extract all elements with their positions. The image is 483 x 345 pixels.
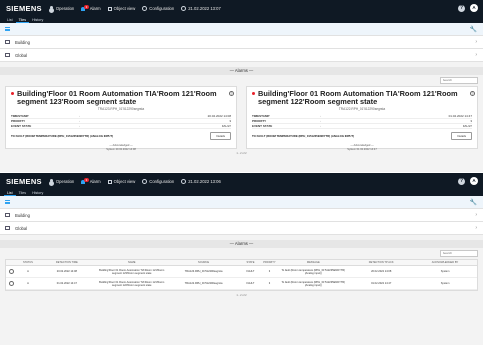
pagination: 1 - 2 of 2 (236, 294, 247, 297)
nav-object-view[interactable]: Object view (107, 179, 135, 184)
details-button[interactable]: Details (210, 132, 231, 141)
nav-global-label: Global (15, 225, 28, 231)
ack-info: — Acknowledged — System 20.02.2022 14:08 (106, 144, 136, 151)
clock-icon (181, 179, 187, 184)
alarms-section-title: — Alarms — (0, 67, 483, 75)
alarm-count-badge: 3 (84, 177, 89, 182)
building-icon (5, 40, 10, 44)
siemens-logo: SIEMENS (6, 177, 42, 186)
col-detection-time[interactable]: Detection time (38, 261, 96, 264)
wrench-icon[interactable]: 🔧 (470, 199, 477, 206)
pagination: 1 - 2 of 2 (236, 152, 247, 155)
nav-alarm[interactable]: 3 Alarm (81, 177, 101, 184)
clock-icon (181, 6, 187, 11)
details-button[interactable]: Details (451, 132, 472, 141)
nav-operation[interactable]: Operation (49, 6, 74, 11)
chevron-right-icon: › (475, 225, 477, 231)
search-row (0, 75, 483, 86)
help-icon[interactable]: ? (470, 91, 475, 96)
user-icon (49, 179, 53, 182)
nav-building-label: Building (15, 212, 30, 218)
nav-operation[interactable]: Operation (49, 179, 74, 184)
chevron-right-icon: › (475, 212, 477, 218)
menu-row[interactable]: 🔧 (0, 23, 483, 36)
event-state-row: EVENT STATE › FAULT (252, 124, 472, 130)
alarm-card-source: TRA123.RPH_01'512290segrsta (97, 107, 145, 112)
search-input[interactable] (440, 77, 478, 84)
tiles-view-frame: SIEMENS Operation 3 Alarm Object view Con… (0, 0, 483, 172)
col-state[interactable]: State (239, 261, 261, 264)
alarm-card-title: Building'Floor 01 Room Automation TIA'Ro… (252, 90, 472, 105)
avatar[interactable]: A (470, 4, 478, 12)
gear-icon (142, 6, 148, 11)
col-priority[interactable]: Priority (261, 261, 277, 264)
top-bar: SIEMENS Operation 3 Alarm Object view Con… (0, 0, 483, 17)
help-icon[interactable]: ? (458, 177, 465, 185)
alarm-count-badge: 3 (84, 4, 89, 9)
search-input[interactable] (440, 250, 478, 257)
chevron-right-icon: › (475, 52, 477, 58)
alarm-dot-icon (252, 92, 255, 96)
top-bar: SIEMENS Operation 3 Alarm Object view Con… (0, 173, 483, 190)
ack-info: — Acknowledged — System 01.02.2022 14:47 (347, 144, 377, 151)
alarm-card[interactable]: Building'Floor 01 Room Automation TIA'Ro… (5, 86, 237, 151)
nav-building[interactable]: Building › (0, 36, 483, 49)
help-icon[interactable]: ? (458, 4, 465, 12)
nav-building[interactable]: Building › (0, 209, 483, 222)
wrench-icon[interactable]: 🔧 (470, 26, 477, 33)
gear-icon (142, 179, 148, 184)
col-source[interactable]: Source (168, 261, 240, 264)
alarm-dot-icon (11, 92, 14, 96)
alarm-table: Status Detection time Name Source State … (5, 259, 478, 291)
col-ack-time[interactable]: Detection TP Ack (349, 261, 413, 264)
nav-global[interactable]: Global › (0, 49, 483, 62)
siemens-logo: SIEMENS (6, 4, 42, 13)
table-row[interactable]: A 20.02.2022 14:08 Building'Floor 01 Roo… (6, 266, 477, 278)
grid-icon (107, 6, 112, 11)
table-row[interactable]: A 01.02.2022 14:47 Building'Floor 01 Roo… (6, 278, 477, 290)
col-message[interactable]: Message (277, 261, 349, 264)
menu-icon[interactable] (5, 200, 10, 204)
global-icon (5, 226, 10, 230)
list-view-frame: SIEMENS Operation 3 Alarm Object view Con… (0, 173, 483, 345)
row-details-icon[interactable] (9, 269, 15, 274)
nav-alarm[interactable]: 3 Alarm (81, 4, 101, 11)
global-icon (5, 53, 10, 57)
nav-object-view[interactable]: Object view (107, 6, 135, 11)
col-ack-by[interactable]: Acknowledged by (413, 261, 477, 264)
alarm-cards: Building'Floor 01 Room Automation TIA'Ro… (0, 86, 483, 151)
alarm-card[interactable]: Building'Floor 01 Room Automation TIA'Ro… (246, 86, 478, 151)
col-status[interactable]: Status (18, 261, 38, 264)
nav-building-label: Building (15, 39, 30, 45)
datetime: 21.02.2022 13:07 (181, 6, 221, 11)
grid-icon (107, 179, 112, 184)
fault-line: TO FAULT (ROOM TEMPERATURE (RPH_0151235E… (252, 132, 472, 141)
datetime: 21.02.2022 13:06 (181, 179, 221, 184)
alarm-card-source: TRA122.RPH_01'512290segrsta (338, 107, 386, 112)
event-state-row: EVENT STATE › FAULT (11, 124, 231, 130)
nav-global[interactable]: Global › (0, 222, 483, 235)
user-icon (49, 6, 53, 9)
menu-icon[interactable] (5, 27, 10, 31)
building-icon (5, 213, 10, 217)
alarms-section-title: — Alarms — (0, 240, 483, 248)
row-details-icon[interactable] (9, 281, 15, 286)
chevron-right-icon: › (475, 39, 477, 45)
col-name[interactable]: Name (96, 261, 168, 264)
menu-row[interactable]: 🔧 (0, 196, 483, 209)
nav-global-label: Global (15, 52, 28, 58)
help-icon[interactable]: ? (229, 91, 234, 96)
fault-line: TO FAULT (ROOM TEMPERATURE (RPH_0151235E… (11, 132, 231, 141)
nav-configuration[interactable]: Configuration (142, 179, 174, 184)
search-row (0, 248, 483, 259)
nav-configuration[interactable]: Configuration (142, 6, 174, 11)
alarm-card-title: Building'Floor 01 Room Automation TIA'Ro… (11, 90, 231, 105)
avatar[interactable]: A (470, 177, 478, 185)
